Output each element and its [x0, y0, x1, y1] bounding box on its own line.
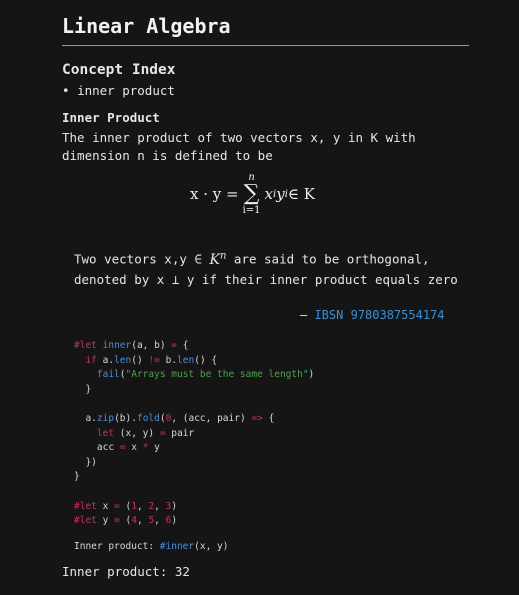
- code-token: ): [308, 369, 315, 381]
- code-token: x: [96, 500, 115, 512]
- section-heading: Inner Product: [62, 110, 160, 125]
- equation-lhs: x · y =: [190, 185, 239, 203]
- code-token: #let: [74, 515, 97, 527]
- code-token: =>: [251, 412, 263, 424]
- code-token: x: [125, 442, 143, 454]
- code-token: {: [262, 412, 275, 424]
- document-page: Linear Algebra Concept Index • inner pro…: [0, 0, 519, 595]
- title-divider: [62, 45, 469, 46]
- code-token: }: [74, 471, 80, 483]
- code-token: (: [119, 500, 132, 512]
- code-token: pair: [165, 427, 195, 439]
- code-token: let: [96, 427, 115, 439]
- code-token: b.: [159, 354, 178, 366]
- field-symbol-k: K: [209, 251, 220, 268]
- equation-y: y: [276, 185, 285, 203]
- section-paragraph: The inner product of two vectors x, y in…: [62, 130, 416, 163]
- code-token: fold: [136, 412, 160, 424]
- code-token: inner: [102, 340, 132, 351]
- code-token: ,: [154, 500, 166, 512]
- code-token: (a, b): [131, 340, 172, 351]
- code-token: len: [177, 354, 195, 366]
- code-token: , (acc, pair): [171, 412, 252, 424]
- attribution-dash: —: [300, 308, 315, 322]
- inner-product-equation: x · y = n ∑ i=1 xiyi ∈ K: [190, 172, 315, 216]
- source-link[interactable]: IBSN 9780387554174: [314, 308, 444, 322]
- code-token: y: [148, 442, 160, 454]
- code-token: () {: [194, 354, 218, 366]
- code-token: Inner product:: [74, 541, 160, 552]
- page-title: Linear Algebra: [62, 14, 231, 38]
- code-token: fail: [96, 369, 120, 381]
- code-token: (): [131, 354, 149, 366]
- code-token: len: [114, 354, 132, 366]
- sum-lower-limit: i=1: [242, 205, 261, 216]
- result-text: Inner product: 32: [62, 564, 190, 579]
- code-token: a.: [96, 354, 115, 366]
- code-token: ,: [136, 500, 149, 512]
- code-token: #let: [74, 500, 97, 512]
- code-token: ,: [136, 515, 149, 527]
- code-token: ): [171, 515, 178, 527]
- code-token: (b).: [114, 412, 137, 424]
- equation-tail: ∈ K: [287, 185, 315, 203]
- code-token: a.: [85, 412, 97, 424]
- quote-text-start: Two vectors x,y ∈: [74, 251, 210, 267]
- code-token: zip: [96, 412, 115, 424]
- code-token: (x, y): [194, 541, 229, 552]
- code-token: ,: [154, 515, 166, 527]
- code-token: (x, y): [114, 427, 160, 439]
- concept-index-item-label: inner product: [77, 83, 175, 98]
- code-output-line: Inner product: #inner(x, y): [74, 541, 228, 552]
- code-token: }: [85, 383, 92, 395]
- field-symbol: Kn: [209, 250, 226, 268]
- sigma-symbol: ∑: [243, 181, 260, 206]
- code-token: #let: [74, 340, 97, 351]
- summation: n ∑ i=1: [243, 172, 261, 216]
- code-token: ): [171, 500, 178, 512]
- quote-attribution: — IBSN 9780387554174: [300, 308, 445, 322]
- code-token: }): [85, 456, 97, 468]
- code-token: "Arrays must be the same length": [125, 369, 309, 381]
- equation-x: x: [264, 185, 273, 203]
- bullet-icon: •: [62, 83, 78, 98]
- code-token: #inner: [159, 541, 195, 552]
- concept-index-heading: Concept Index: [62, 62, 176, 78]
- code-block: #let inner(a, b) = { if a.len() != b.len…: [74, 339, 314, 529]
- code-token: {: [177, 340, 189, 351]
- code-token: acc: [96, 442, 120, 454]
- blockquote: Two vectors x,y ∈ Kn are said to be orth…: [74, 246, 464, 289]
- code-token: y: [96, 515, 115, 527]
- code-token: !=: [148, 354, 160, 366]
- code-token: (: [119, 515, 132, 527]
- concept-index-item: • inner product: [62, 83, 175, 98]
- code-token: if: [85, 354, 97, 366]
